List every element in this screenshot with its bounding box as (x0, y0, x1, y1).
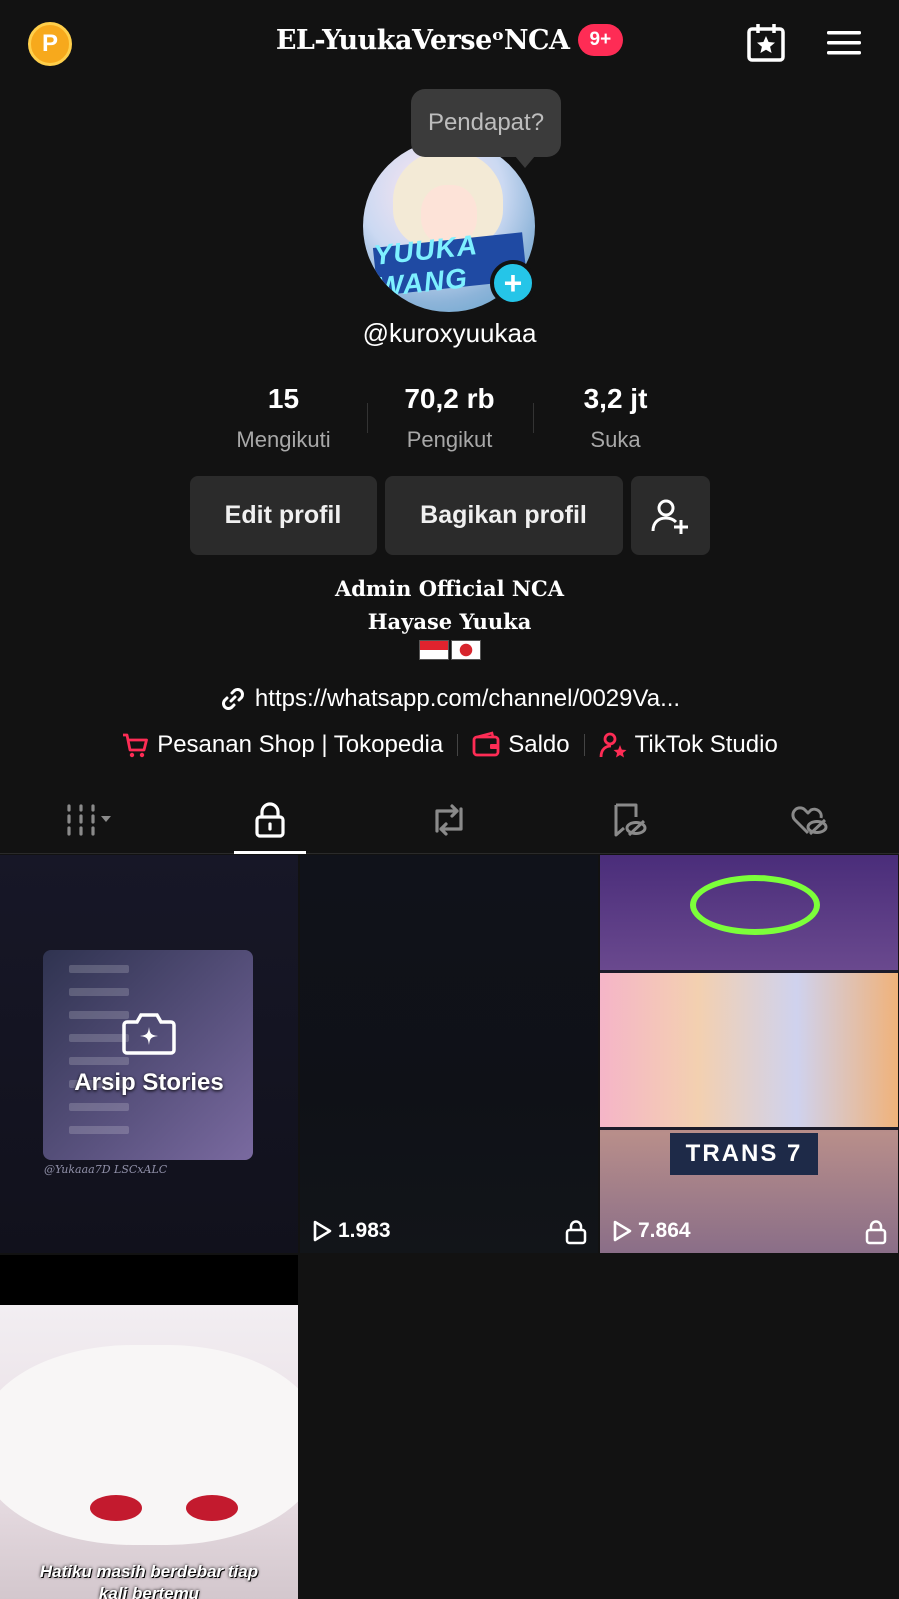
anime-eye (186, 1495, 238, 1521)
tab-reposts[interactable] (360, 786, 540, 853)
caption-line: Hatiku masih berdebar tiap (39, 1562, 259, 1581)
profile-actions: Edit profil Bagikan profil (0, 476, 899, 555)
add-friend-button[interactable] (630, 476, 710, 555)
shortcut-studio[interactable]: TikTok Studio (585, 731, 792, 759)
grid-icon (67, 803, 111, 836)
view-count: 7.864 (612, 1219, 691, 1243)
indonesia-flag-icon (418, 640, 449, 660)
stat-label: Pengikut (406, 427, 493, 452)
bookmark-hidden-icon (614, 803, 647, 836)
trans7-logo: TRANS 7 (670, 1133, 818, 1175)
video-tile[interactable]: TRANS 7 7.864 (600, 855, 898, 1253)
calendar-star-icon[interactable] (745, 22, 787, 64)
tooltip-text: Pendapat? (427, 109, 545, 136)
stats-row: 15 Mengikuti 70,2 rb Pengikut 3,2 jt Suk… (0, 383, 899, 453)
story-archive-center: Arsip Stories (0, 1010, 298, 1097)
bio-line: Hayase Yuuka (367, 609, 532, 634)
caption-line: kali bertemu (98, 1584, 200, 1599)
play-icon (313, 1220, 332, 1242)
story-credit: @Yukaaa7D LSCxALC (44, 1163, 168, 1176)
bio-line: Admin Official NCA (334, 576, 565, 601)
stat-likes[interactable]: 3,2 jt Suka (532, 383, 699, 453)
stat-label: Suka (590, 427, 641, 452)
lock-icon (565, 1220, 587, 1245)
wallet-icon (472, 731, 500, 757)
stat-value: 3,2 jt (583, 383, 648, 414)
share-profile-button[interactable]: Bagikan profil (384, 476, 623, 555)
profile-link[interactable]: https://whatsapp.com/channel/0029Va... (0, 685, 899, 713)
studio-icon (599, 732, 627, 758)
repost-icon (435, 803, 464, 836)
account-name: EL-YuukaVerseᵒNCA (275, 24, 570, 56)
stat-following[interactable]: 15 Mengikuti (201, 383, 367, 453)
heart-hidden-icon (791, 805, 828, 835)
edit-profile-button[interactable]: Edit profil (189, 476, 377, 555)
video-thumbnail (0, 1305, 298, 1599)
cart-icon (123, 733, 149, 758)
link-icon (221, 688, 244, 710)
stat-label: Mengikuti (236, 427, 331, 452)
stat-value: 15 (267, 383, 300, 414)
feedback-tooltip[interactable]: Pendapat? (411, 89, 561, 168)
story-archive-label: Arsip Stories (74, 1069, 224, 1096)
shortcut-row: Pesanan Shop | Tokopedia Saldo TikTok St… (0, 731, 899, 759)
lock-icon (865, 1220, 887, 1245)
stat-followers[interactable]: 70,2 rb Pengikut (366, 383, 533, 453)
shortcut-shop[interactable]: Pesanan Shop | Tokopedia (107, 731, 457, 759)
view-count-text: 7.864 (638, 1219, 691, 1242)
add-user-icon (651, 499, 688, 534)
shortcut-balance[interactable]: Saldo (458, 731, 583, 759)
top-bar: P EL-YuukaVerseᵒNCA 9+ (0, 0, 899, 88)
stat-value: 70,2 rb (404, 383, 495, 414)
view-count-text: 1.983 (338, 1219, 391, 1242)
view-count: 1.983 (312, 1219, 391, 1243)
menu-icon[interactable] (825, 22, 867, 64)
story-archive-tile[interactable]: Arsip Stories @Yukaaa7D LSCxALC (0, 855, 298, 1253)
video-tile[interactable]: Hatiku masih berdebar tiap kali bertemu (0, 1255, 298, 1599)
japan-flag-icon (450, 640, 481, 660)
notification-badge: 9+ (577, 24, 624, 56)
shortcut-label: TikTok Studio (634, 731, 778, 758)
bio-flags (0, 640, 899, 660)
tab-liked[interactable] (719, 786, 899, 853)
tab-videos[interactable] (0, 786, 180, 853)
shortcut-label: Saldo (508, 731, 570, 758)
profile-bio: Admin Official NCA Hayase Yuuka (0, 572, 899, 660)
profile-tabs (0, 786, 899, 854)
link-text: https://whatsapp.com/channel/0029Va... (254, 685, 681, 712)
camera-sparkle-icon (122, 1013, 176, 1055)
play-icon (613, 1220, 632, 1242)
halo-decoration (690, 875, 820, 935)
anime-hair (0, 1345, 298, 1545)
shortcut-label: Pesanan Shop | Tokopedia (157, 731, 444, 758)
tab-favorites[interactable] (539, 786, 719, 853)
add-story-button[interactable]: + (490, 260, 536, 306)
video-tile[interactable]: 1.983 (300, 855, 598, 1253)
video-caption: Hatiku masih berdebar tiap kali bertemu (0, 1561, 298, 1599)
anime-eye (90, 1495, 142, 1521)
username: @kuroxyuukaa (362, 318, 537, 348)
lock-icon (255, 801, 285, 838)
video-thumbnail-panel (600, 970, 898, 1130)
tab-private[interactable] (180, 786, 360, 853)
